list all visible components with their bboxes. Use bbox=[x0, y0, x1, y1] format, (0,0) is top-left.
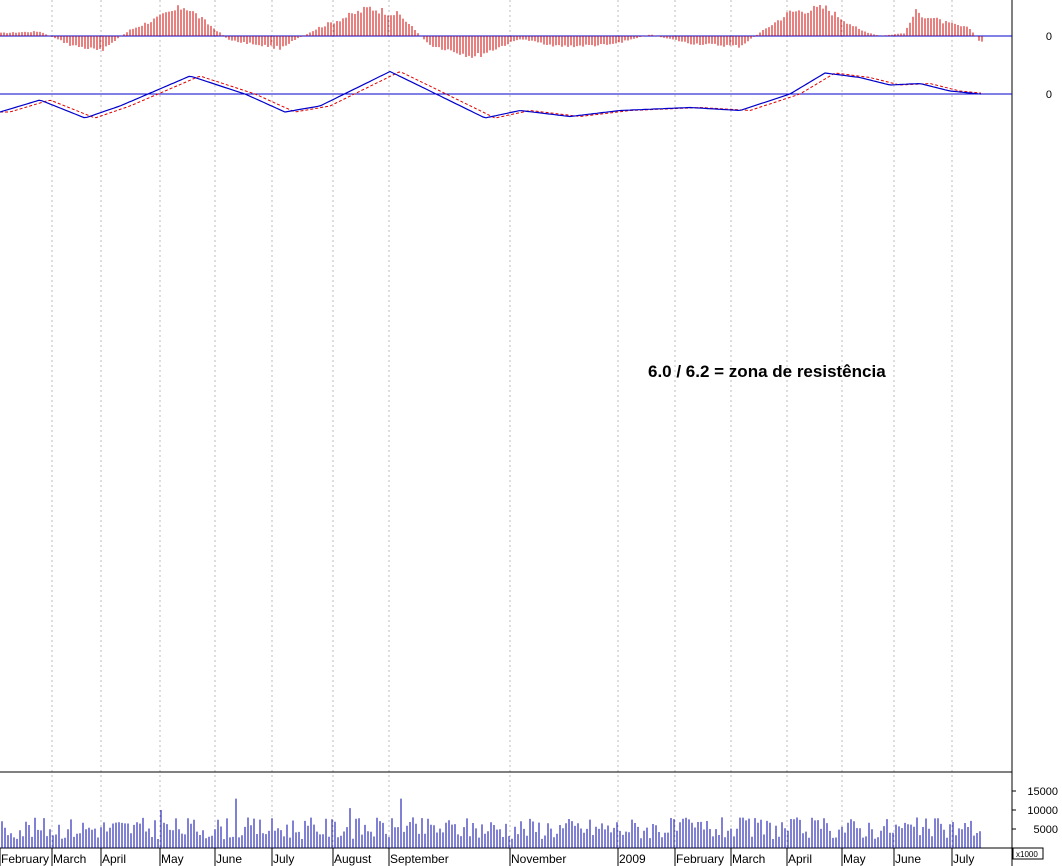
panel-borders bbox=[0, 0, 1013, 866]
volume-axis-label: 15000 bbox=[1027, 786, 1058, 798]
stock-chart: 0011.010.510.09.59.08.58.07.57.06.56.05.… bbox=[0, 0, 1062, 866]
month-label: November bbox=[511, 852, 566, 866]
month-label: February bbox=[1, 852, 49, 866]
chart-svg: 0011.010.510.09.59.08.58.07.57.06.56.05.… bbox=[0, 0, 1058, 866]
month-label: February bbox=[676, 852, 724, 866]
month-label: March bbox=[53, 852, 86, 866]
gridlines bbox=[51, 0, 953, 848]
month-label: March bbox=[732, 852, 765, 866]
oscillator-axis-label: 0 bbox=[1046, 31, 1052, 43]
month-label: September bbox=[390, 852, 449, 866]
volume-axis-label: 10000 bbox=[1027, 805, 1058, 817]
oscillator-line-panel bbox=[0, 70, 1012, 119]
month-label: July bbox=[953, 852, 974, 866]
volume-panel bbox=[1, 798, 981, 848]
oscillator-histogram-panel bbox=[0, 5, 1012, 58]
oscillator-2-signal-line bbox=[0, 71, 982, 119]
month-label: April bbox=[102, 852, 126, 866]
resistance-annotation: 6.0 / 6.2 = zona de resistência bbox=[648, 362, 886, 381]
oscillator-axis-label: 0 bbox=[1046, 89, 1052, 101]
month-label: July bbox=[273, 852, 294, 866]
month-label: June bbox=[895, 852, 921, 866]
month-label: May bbox=[843, 852, 866, 866]
month-label: May bbox=[161, 852, 184, 866]
volume-axis-label: 5000 bbox=[1034, 824, 1058, 836]
month-label: April bbox=[788, 852, 812, 866]
month-label: June bbox=[216, 852, 242, 866]
month-label: August bbox=[334, 852, 372, 866]
axes: 0011.010.510.09.59.08.58.07.57.06.56.05.… bbox=[0, 31, 1058, 866]
volume-unit-label: x1000 bbox=[1016, 850, 1038, 859]
month-label: 2009 bbox=[619, 852, 646, 866]
oscillator-2-main-line bbox=[0, 70, 982, 119]
